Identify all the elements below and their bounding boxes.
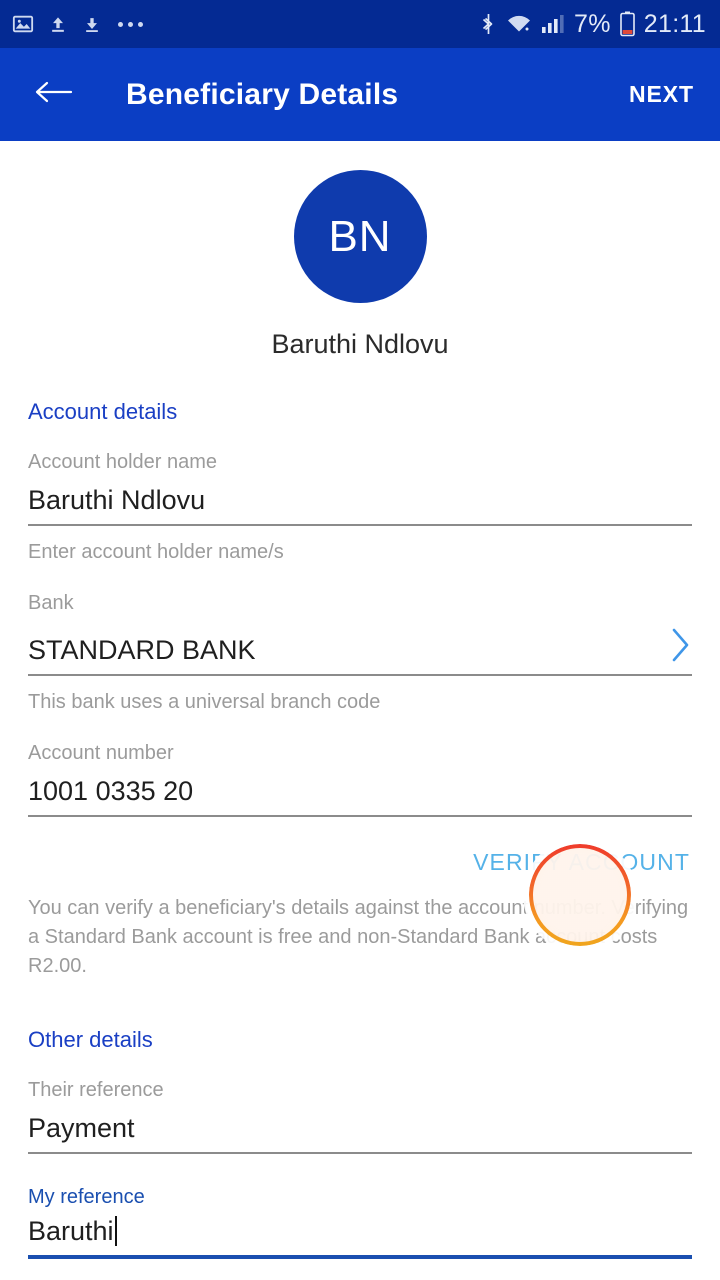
verify-account-note: You can verify a beneficiary's details a… <box>28 897 689 978</box>
field-value-account-number: 1001 0335 20 <box>28 776 194 807</box>
verify-account-row: VERIFY ACCOUNT <box>28 849 692 876</box>
avatar: BN <box>293 170 427 303</box>
bluetooth-icon <box>480 12 497 36</box>
avatar-initials: BN <box>328 211 392 261</box>
status-bar-system: 7% 21:11 <box>480 10 706 39</box>
next-button[interactable]: NEXT <box>625 73 698 116</box>
section-title-account-details: Account details <box>28 399 178 424</box>
status-bar: 7% 21:11 <box>0 0 720 48</box>
field-my-reference[interactable]: My reference Baruthi <box>28 1186 692 1260</box>
app-bar: Beneficiary Details NEXT <box>0 48 720 141</box>
battery-percent-label: 7% <box>574 9 611 38</box>
field-input-row-my-reference[interactable]: Baruthi <box>28 1216 692 1260</box>
phone-screen: 7% 21:11 Beneficiary Details NEXT BN Bar… <box>0 0 720 1280</box>
upload-icon <box>48 13 68 35</box>
signal-icon <box>541 14 565 34</box>
wifi-icon <box>506 14 532 34</box>
section-title-other-details: Other details <box>28 1027 153 1053</box>
field-their-reference[interactable]: Their reference Payment <box>28 1079 692 1155</box>
verify-account-button[interactable]: VERIFY ACCOUNT <box>473 849 690 876</box>
field-account-number[interactable]: Account number 1001 0335 20 <box>28 742 692 818</box>
back-button[interactable] <box>30 71 78 119</box>
field-label-account-number: Account number <box>28 742 174 765</box>
download-icon <box>82 13 102 35</box>
text-cursor <box>114 1216 117 1247</box>
field-label-my-reference: My reference <box>28 1186 145 1209</box>
beneficiary-header: BN Baruthi Ndlovu <box>28 141 692 360</box>
status-bar-notifications <box>12 13 143 35</box>
field-account-holder-name[interactable]: Account holder name Baruthi Ndlovu Enter… <box>28 451 692 566</box>
field-helper-account-holder-name: Enter account holder name/s <box>28 541 284 564</box>
field-input-row-account-holder-name[interactable]: Baruthi Ndlovu <box>28 485 692 527</box>
more-dots-icon <box>116 21 143 27</box>
image-icon <box>12 13 34 35</box>
field-value-their-reference: Payment <box>28 1113 135 1144</box>
chevron-right-icon[interactable] <box>670 626 692 666</box>
field-value-account-holder-name: Baruthi Ndlovu <box>28 485 206 515</box>
field-label-their-reference: Their reference <box>28 1079 164 1102</box>
clock-label: 21:11 <box>643 9 706 38</box>
my-reference-text: Baruthi <box>28 1216 114 1247</box>
field-input-row-account-number[interactable]: 1001 0335 20 <box>28 776 692 818</box>
form-content: BN Baruthi Ndlovu Account details Accoun… <box>0 141 720 1280</box>
page-title: Beneficiary Details <box>126 77 399 111</box>
battery-icon <box>619 11 635 37</box>
field-input-row-their-reference[interactable]: Payment <box>28 1113 692 1155</box>
field-value-bank: STANDARD BANK <box>28 635 256 665</box>
beneficiary-name: Baruthi Ndlovu <box>271 329 449 359</box>
field-value-my-reference: Baruthi <box>28 1216 117 1247</box>
field-input-row-bank[interactable]: STANDARD BANK <box>28 626 692 677</box>
field-label-account-holder-name: Account holder name <box>28 451 218 473</box>
field-bank[interactable]: Bank STANDARD BANK This bank uses a univ… <box>28 592 692 716</box>
back-arrow-icon <box>34 78 74 111</box>
field-label-bank: Bank <box>28 592 74 615</box>
field-helper-bank: This bank uses a universal branch code <box>28 691 381 714</box>
